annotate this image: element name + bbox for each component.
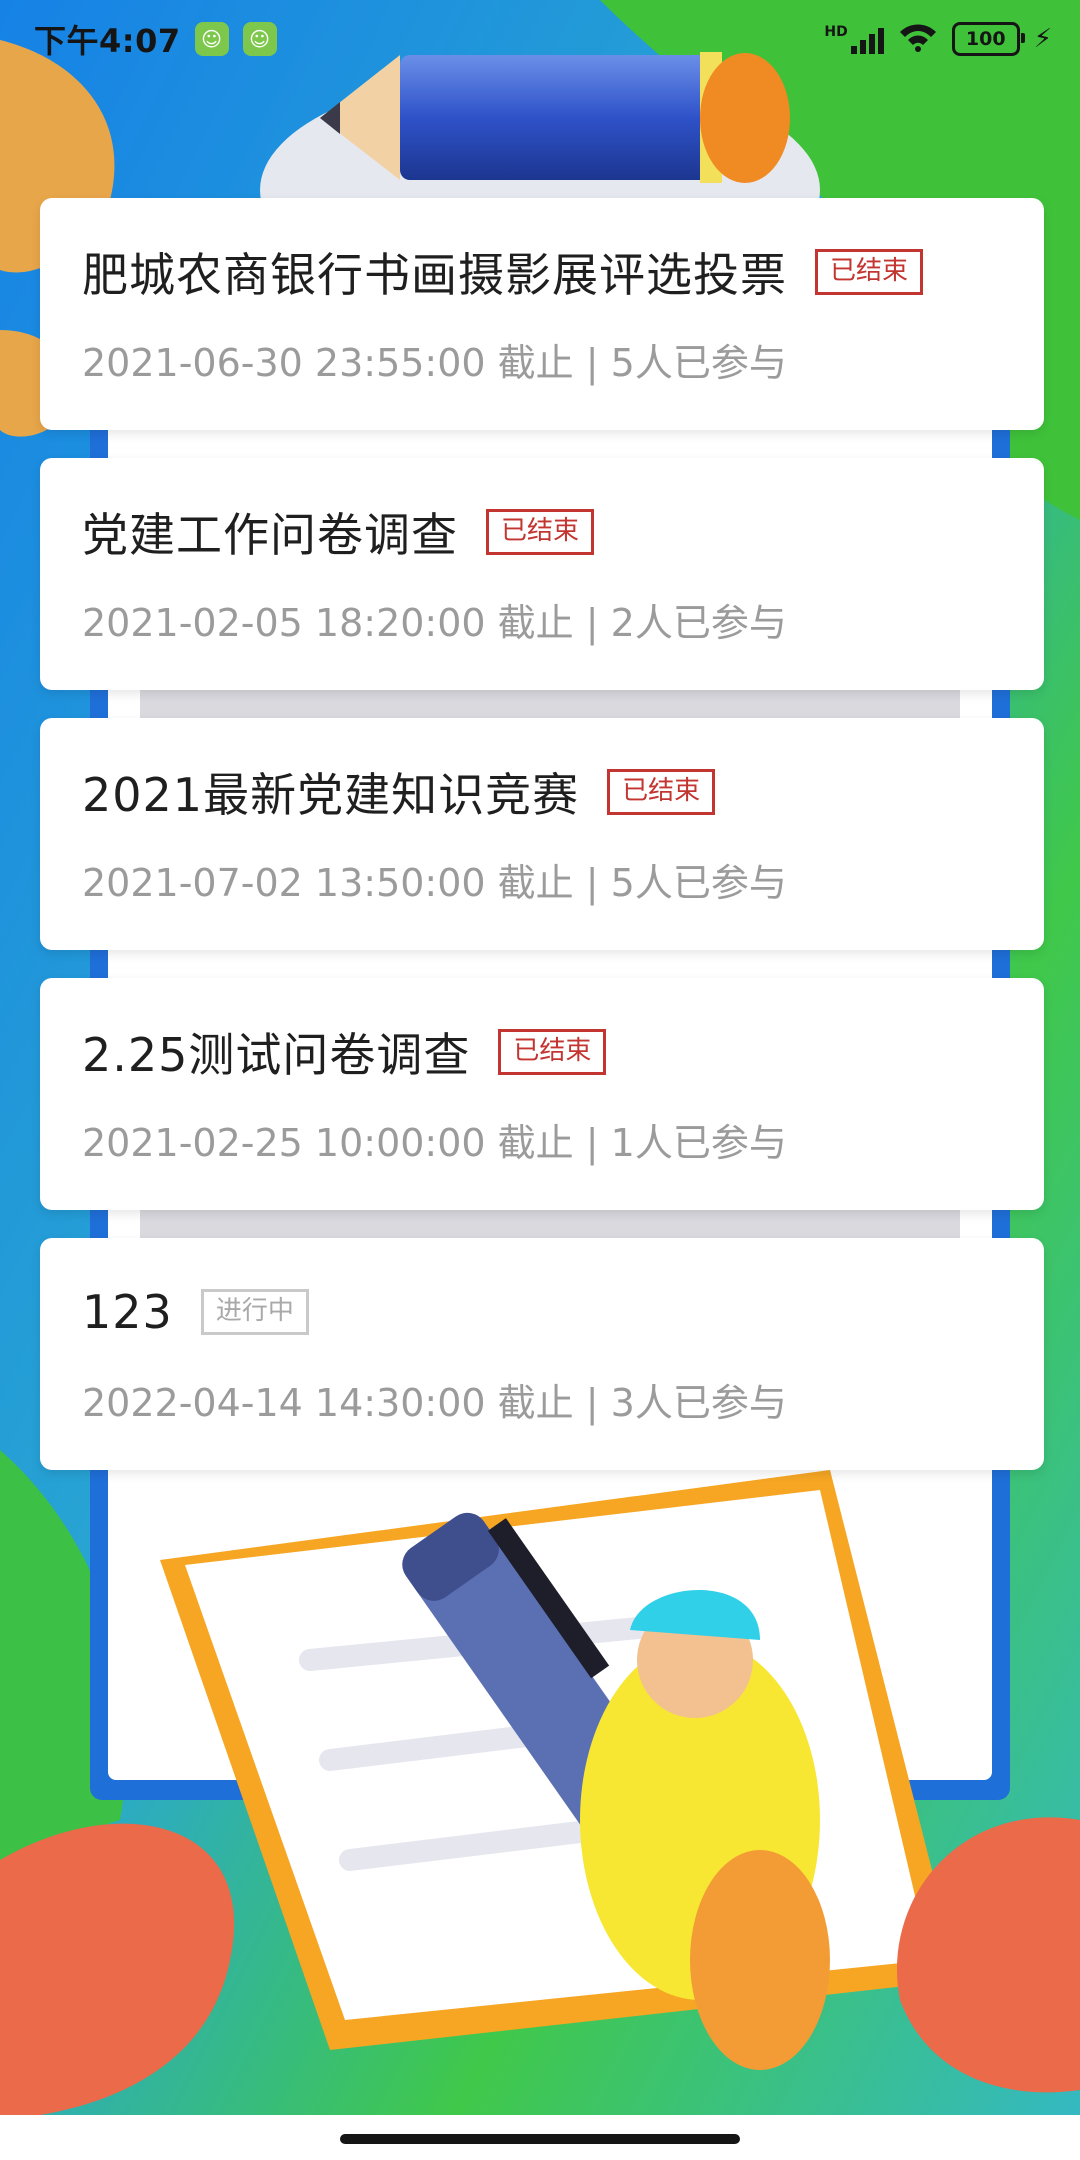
status-left: 下午4:07 ☺ ☺ <box>34 16 277 62</box>
survey-participants: 1人已参与 <box>610 1121 787 1165</box>
survey-title-row: 2021最新党建知识竞赛 已结束 <box>82 762 1002 822</box>
meta-separator: | <box>585 861 599 905</box>
status-badge: 已结束 <box>607 769 716 815</box>
battery-icon: 100 <box>951 22 1025 56</box>
status-time: 下午4:07 <box>34 22 181 60</box>
survey-deadline: 2021-07-02 13:50:00 截止 <box>82 861 574 905</box>
survey-card[interactable]: 2021最新党建知识竞赛 已结束 2021-07-02 13:50:00 截止 … <box>40 718 1044 950</box>
survey-participants: 2人已参与 <box>610 601 787 645</box>
status-bar: 下午4:07 ☺ ☺ HD 100 ⚡ <box>0 0 1080 78</box>
survey-participants: 5人已参与 <box>610 341 787 385</box>
survey-participants: 3人已参与 <box>610 1381 787 1425</box>
wifi-icon <box>898 22 938 56</box>
survey-card[interactable]: 肥城农商银行书画摄影展评选投票 已结束 2021-06-30 23:55:00 … <box>40 198 1044 430</box>
hd-label: HD <box>824 24 848 40</box>
meta-separator: | <box>585 1381 599 1425</box>
status-right: HD 100 ⚡ <box>824 22 1052 56</box>
app-notification-icon: ☺ <box>194 22 229 56</box>
survey-title: 2.25测试问卷调查 <box>82 1028 471 1082</box>
survey-meta: 2021-02-05 18:20:00 截止 | 2人已参与 <box>82 592 1002 647</box>
charging-icon: ⚡ <box>1033 24 1052 54</box>
survey-title: 2021最新党建知识竞赛 <box>82 768 580 822</box>
survey-deadline: 2021-02-25 10:00:00 截止 <box>82 1121 574 1165</box>
survey-deadline: 2021-06-30 23:55:00 截止 <box>82 341 574 385</box>
status-badge: 已结束 <box>815 249 924 295</box>
survey-card[interactable]: 123 进行中 2022-04-14 14:30:00 截止 | 3人已参与 <box>40 1238 1044 1470</box>
survey-deadline: 2021-02-05 18:20:00 截止 <box>82 601 574 645</box>
survey-card[interactable]: 2.25测试问卷调查 已结束 2021-02-25 10:00:00 截止 | … <box>40 978 1044 1210</box>
survey-title-row: 2.25测试问卷调查 已结束 <box>82 1022 1002 1082</box>
survey-meta: 2021-02-25 10:00:00 截止 | 1人已参与 <box>82 1112 1002 1167</box>
status-badge: 进行中 <box>200 1289 309 1335</box>
survey-title-row: 肥城农商银行书画摄影展评选投票 已结束 <box>82 242 1002 302</box>
survey-title: 123 <box>82 1285 173 1339</box>
status-badge: 已结束 <box>498 1029 607 1075</box>
survey-participants: 5人已参与 <box>610 861 787 905</box>
meta-separator: | <box>585 1121 599 1165</box>
survey-title: 党建工作问卷调查 <box>82 508 458 562</box>
survey-title: 肥城农商银行书画摄影展评选投票 <box>82 248 787 302</box>
survey-title-row: 123 进行中 <box>82 1282 1002 1342</box>
survey-meta: 2021-07-02 13:50:00 截止 | 5人已参与 <box>82 852 1002 907</box>
survey-title-row: 党建工作问卷调查 已结束 <box>82 502 1002 562</box>
survey-meta: 2022-04-14 14:30:00 截止 | 3人已参与 <box>82 1372 1002 1427</box>
survey-card[interactable]: 党建工作问卷调查 已结束 2021-02-05 18:20:00 截止 | 2人… <box>40 458 1044 690</box>
status-badge: 已结束 <box>486 509 595 555</box>
survey-meta: 2021-06-30 23:55:00 截止 | 5人已参与 <box>82 332 1002 387</box>
survey-deadline: 2022-04-14 14:30:00 截止 <box>82 1381 574 1425</box>
meta-separator: | <box>585 341 599 385</box>
meta-separator: | <box>585 601 599 645</box>
signal-icon: HD <box>824 24 884 54</box>
home-indicator[interactable] <box>340 2134 740 2144</box>
app-notification-icon: ☺ <box>242 22 277 56</box>
